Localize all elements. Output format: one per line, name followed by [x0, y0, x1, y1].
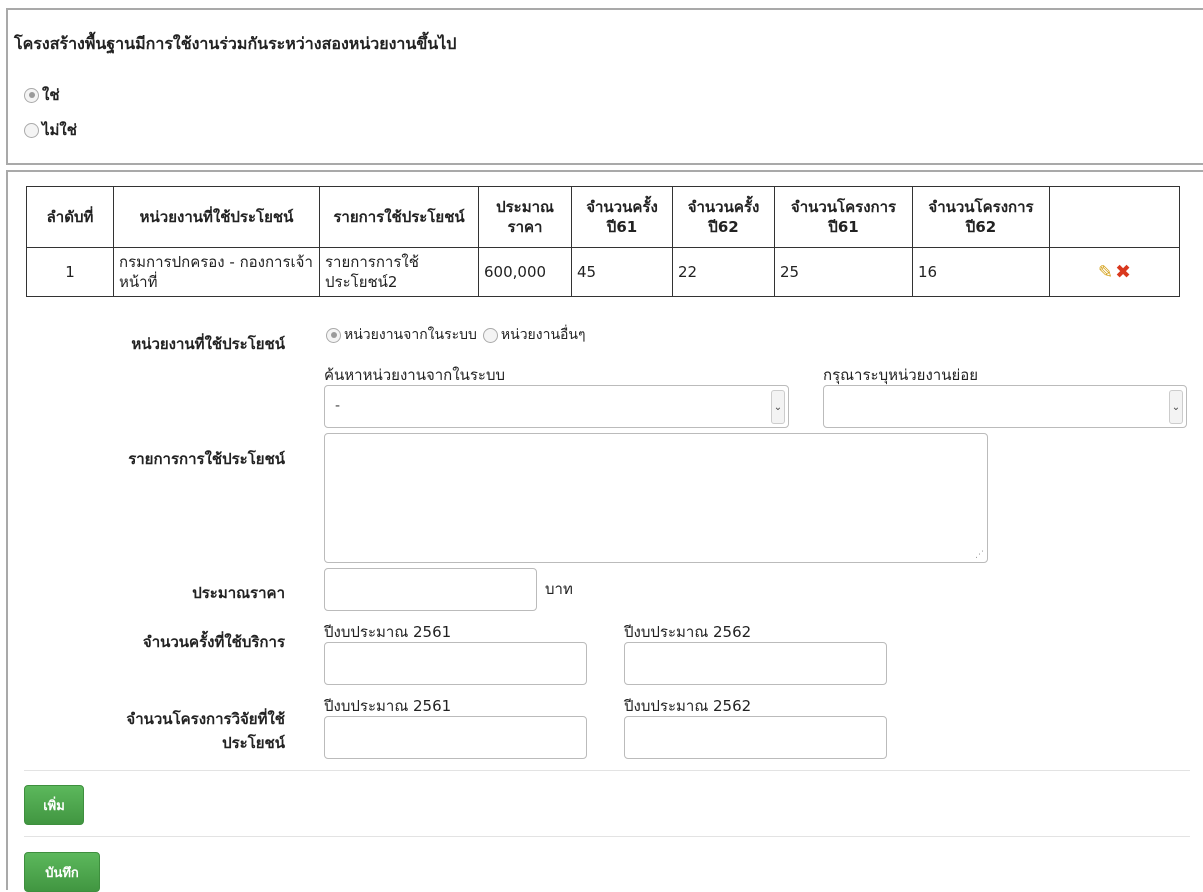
- cell-times62: 22: [672, 247, 775, 297]
- divider: [24, 836, 1190, 837]
- subagency-select[interactable]: ⌄: [823, 385, 1187, 428]
- radio-agency-other[interactable]: [482, 327, 498, 343]
- search-agency-label: ค้นหาหน่วยงานจากในระบบ: [324, 366, 505, 384]
- agency-source-group: หน่วยงานจากในระบบ หน่วยงานอื่นๆ: [326, 324, 586, 346]
- projects-label-line1: จำนวนโครงการวิจัยที่ใช้: [126, 710, 285, 728]
- search-agency-select[interactable]: - ⌄: [324, 385, 789, 428]
- agency-internal-label: หน่วยงานจากในระบบ: [344, 327, 477, 343]
- times-year61-label: ปีงบประมาณ 2561: [324, 623, 452, 641]
- agency-label: หน่วยงานที่ใช้ประโยชน์: [131, 335, 285, 353]
- cell-usage: รายการการใช้ประโยชน์2: [319, 247, 479, 297]
- question-title: โครงสร้างพื้นฐานมีการใช้งานร่วมกันระหว่า…: [14, 34, 457, 53]
- save-button[interactable]: บันทึก: [24, 852, 100, 892]
- radio-no[interactable]: [24, 122, 39, 138]
- col-actions: [1049, 186, 1180, 248]
- resize-grip-icon[interactable]: ⋰: [975, 550, 984, 560]
- option-yes-label: ใช่: [42, 86, 60, 104]
- col-times62: จำนวนครั้ง ปี62: [672, 186, 775, 248]
- projects-year62-input[interactable]: [624, 716, 887, 759]
- col-agency: หน่วยงานที่ใช้ประโยชน์: [113, 186, 320, 248]
- cell-no: 1: [26, 247, 114, 297]
- projects-label-line2: ประโยชน์: [222, 734, 285, 752]
- projects-label: จำนวนโครงการวิจัยที่ใช้ ประโยชน์: [126, 707, 285, 755]
- radio-yes[interactable]: [24, 87, 39, 103]
- option-no[interactable]: ไม่ใช่: [24, 118, 77, 142]
- chevron-down-icon: ⌄: [771, 390, 785, 424]
- projects-year61-label: ปีงบประมาณ 2561: [324, 697, 452, 715]
- col-usage: รายการใช้ประโยชน์: [319, 186, 479, 248]
- projects-year62-label: ปีงบประมาณ 2562: [624, 697, 752, 715]
- cell-actions: ✎ ✖: [1049, 247, 1180, 297]
- price-label: ประมาณราคา: [192, 584, 285, 602]
- col-projects62: จำนวนโครงการ ปี62: [912, 186, 1050, 248]
- chevron-down-icon: ⌄: [1169, 390, 1183, 424]
- add-button[interactable]: เพิ่ม: [24, 785, 84, 825]
- cell-projects61: 25: [774, 247, 913, 297]
- option-no-label: ไม่ใช่: [42, 121, 77, 139]
- cell-projects62: 16: [912, 247, 1050, 297]
- table-row: 1 กรมการปกครอง - กองการเจ้าหน้าที่ รายกา…: [26, 247, 1180, 297]
- cell-price: 600,000: [478, 247, 572, 297]
- close-icon[interactable]: ✖: [1115, 262, 1131, 282]
- usage-table: ลำดับที่ หน่วยงานที่ใช้ประโยชน์ รายการใช…: [26, 186, 1180, 297]
- option-yes[interactable]: ใช่: [24, 83, 60, 107]
- projects-year61-input[interactable]: [324, 716, 587, 759]
- times-label: จำนวนครั้งที่ใช้บริการ: [142, 633, 285, 651]
- col-no: ลำดับที่: [26, 186, 114, 248]
- price-unit: บาท: [545, 580, 573, 598]
- usage-detail-panel: ลำดับที่ หน่วยงานที่ใช้ประโยชน์ รายการใช…: [6, 170, 1203, 892]
- divider: [24, 770, 1190, 771]
- pencil-icon[interactable]: ✎: [1098, 262, 1113, 283]
- times-year62-input[interactable]: [624, 642, 887, 685]
- usage-textarea[interactable]: ⋰: [324, 433, 988, 563]
- cell-times61: 45: [571, 247, 673, 297]
- agency-other-label: หน่วยงานอื่นๆ: [500, 327, 586, 343]
- col-times61: จำนวนครั้ง ปี61: [571, 186, 673, 248]
- cell-agency: กรมการปกครอง - กองการเจ้าหน้าที่: [113, 247, 320, 297]
- shared-usage-panel: โครงสร้างพื้นฐานมีการใช้งานร่วมกันระหว่า…: [6, 8, 1203, 165]
- subagency-label: กรุณาระบุหน่วยงานย่อย: [823, 366, 979, 384]
- radio-agency-internal[interactable]: [326, 327, 341, 343]
- col-price: ประมาณราคา: [478, 186, 572, 248]
- usage-label: รายการการใช้ประโยชน์: [128, 450, 285, 468]
- times-year61-input[interactable]: [324, 642, 587, 685]
- table-header-row: ลำดับที่ หน่วยงานที่ใช้ประโยชน์ รายการใช…: [26, 186, 1180, 248]
- col-projects61: จำนวนโครงการ ปี61: [774, 186, 913, 248]
- search-agency-value: -: [335, 398, 341, 414]
- price-input[interactable]: [324, 568, 537, 611]
- times-year62-label: ปีงบประมาณ 2562: [624, 623, 752, 641]
